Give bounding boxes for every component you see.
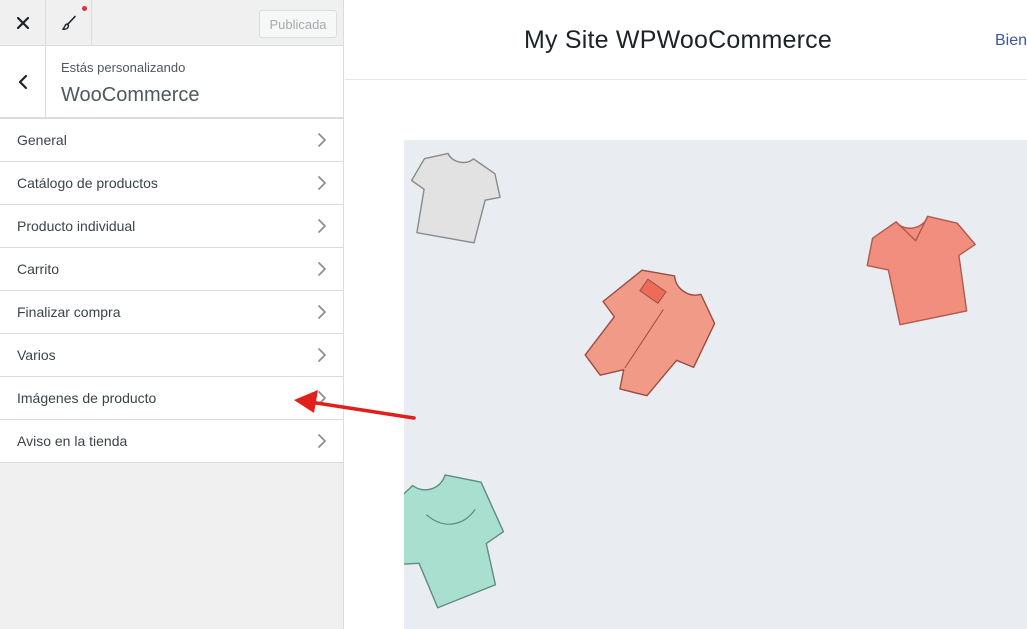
menu-item-label: Imágenes de producto	[17, 390, 157, 406]
chevron-right-icon	[318, 262, 326, 276]
chevron-left-icon	[18, 74, 27, 89]
menu-item-producto-individual[interactable]: Producto individual	[0, 205, 343, 248]
site-header: My Site WPWooCommerce Bienv	[345, 0, 1027, 80]
chevron-right-icon	[318, 133, 326, 147]
site-preview: My Site WPWooCommerce Bienv	[345, 0, 1027, 629]
menu-item-label: Catálogo de productos	[17, 175, 158, 191]
back-button[interactable]	[0, 46, 46, 117]
close-icon	[16, 16, 29, 29]
customize-brush-button[interactable]	[46, 0, 92, 45]
gray-tshirt-image	[410, 152, 501, 244]
brush-icon	[61, 15, 76, 30]
menu-item-aviso-en-la-tienda[interactable]: Aviso en la tienda	[0, 420, 343, 463]
mint-garment-image	[404, 474, 505, 609]
menu-item-carrito[interactable]: Carrito	[0, 248, 343, 291]
coral-romper-image	[584, 269, 716, 397]
menu-item-finalizar-compra[interactable]: Finalizar compra	[0, 291, 343, 334]
hero-image	[404, 140, 1027, 629]
chevron-right-icon	[318, 434, 326, 448]
site-title[interactable]: My Site WPWooCommerce	[524, 26, 832, 55]
menu-item-label: Carrito	[17, 261, 60, 277]
nav-link-partial[interactable]: Bienv	[995, 32, 1027, 50]
panel-header: Estás personalizando WooCommerce	[0, 46, 343, 118]
menu-item-label: Producto individual	[17, 218, 136, 234]
clothing-illustration	[404, 152, 976, 609]
menu-item-label: Aviso en la tienda	[17, 433, 128, 449]
chevron-right-icon	[318, 219, 326, 233]
chevron-right-icon	[318, 391, 326, 405]
menu-item-general[interactable]: General	[0, 119, 343, 162]
menu-item-varios[interactable]: Varios	[0, 334, 343, 377]
chevron-right-icon	[318, 176, 326, 190]
panel-title: WooCommerce	[61, 84, 200, 106]
customizer-sidebar: Publicada Estás personalizando WooCommer…	[0, 0, 344, 629]
customizer-topbar: Publicada	[0, 0, 343, 46]
section-menu: General Catálogo de productos Producto i…	[0, 118, 343, 463]
publish-button[interactable]: Publicada	[259, 10, 337, 38]
menu-item-label: General	[17, 132, 67, 148]
notification-dot	[82, 6, 87, 11]
close-button[interactable]	[0, 0, 46, 45]
menu-item-imagenes-de-producto[interactable]: Imágenes de producto	[0, 377, 343, 420]
panel-subtitle: Estás personalizando	[61, 60, 186, 75]
coral-tshirt-image	[866, 215, 976, 326]
chevron-right-icon	[318, 348, 326, 362]
menu-item-catalogo[interactable]: Catálogo de productos	[0, 162, 343, 205]
chevron-right-icon	[318, 305, 326, 319]
menu-item-label: Finalizar compra	[17, 304, 121, 320]
menu-item-label: Varios	[17, 347, 56, 363]
